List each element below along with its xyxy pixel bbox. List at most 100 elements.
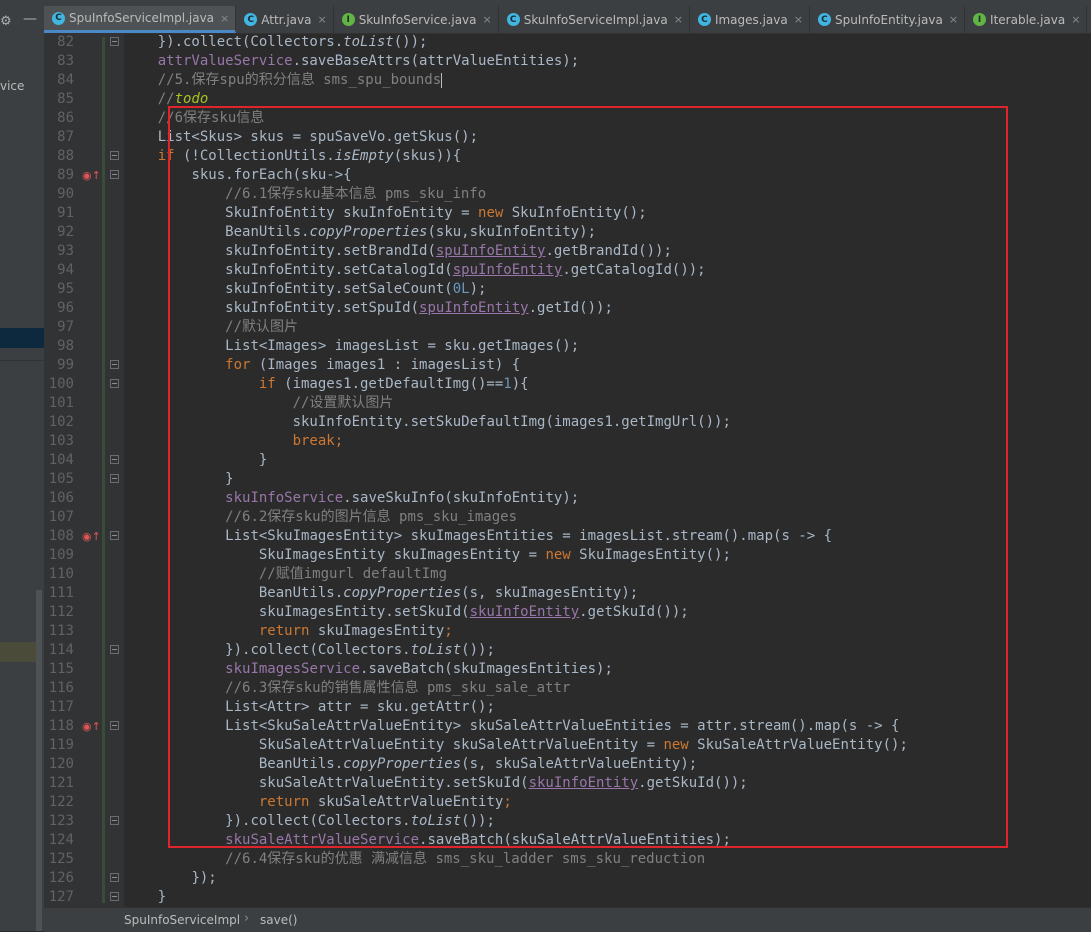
code-line[interactable]: 111 BeanUtils.copyProperties(s, skuImage… <box>44 584 1091 603</box>
code-line[interactable]: 101 //设置默认图片 <box>44 394 1091 413</box>
code-line[interactable]: 85 //todo <box>44 90 1091 109</box>
code-line[interactable]: 117 List<Attr> attr = sku.getAttr(); <box>44 698 1091 717</box>
code-token: .getCatalogId()); <box>562 262 706 278</box>
selected-tree-row[interactable] <box>0 328 44 348</box>
code-token: skuImagesEntity <box>309 623 445 639</box>
code-line[interactable]: 88 if (!CollectionUtils.isEmpty(skus)){ <box>44 147 1091 166</box>
fold-toggle-icon[interactable] <box>110 379 119 388</box>
fold-toggle-icon[interactable] <box>110 645 119 654</box>
code-line[interactable]: 116 //6.3保存sku的销售属性信息 pms_sku_sale_attr <box>44 679 1091 698</box>
code-line[interactable]: 115 skuImagesService.saveBatch(skuImages… <box>44 660 1091 679</box>
fold-toggle-icon[interactable] <box>110 360 119 369</box>
panel-scrollbar[interactable] <box>36 590 42 931</box>
code-line[interactable]: 97 //默认图片 <box>44 318 1091 337</box>
code-token: todo <box>174 91 209 107</box>
code-token: if <box>157 148 175 164</box>
override-marker-icon[interactable]: ◉↑ <box>82 720 101 734</box>
tab-iterable[interactable]: I Iterable.java × <box>965 6 1088 33</box>
fold-toggle-icon[interactable] <box>110 455 119 464</box>
line-number: 94 <box>57 262 74 278</box>
breadcrumb-class[interactable]: SpuInfoServiceImpl <box>124 913 240 927</box>
project-tree-item[interactable]: vice <box>0 79 24 93</box>
code-line[interactable]: 95 skuInfoEntity.setSaleCount(0L); <box>44 280 1091 299</box>
line-number: 103 <box>48 433 74 449</box>
tab-spuinfoserviceimpl[interactable]: C SpuInfoServiceImpl.java × <box>44 6 237 33</box>
fold-toggle-icon[interactable] <box>110 37 119 46</box>
code-line[interactable]: 98 List<Images> imagesList = sku.getImag… <box>44 337 1091 356</box>
code-line[interactable]: 99 for (Images images1 : imagesList) { <box>44 356 1091 375</box>
tab-skuinfoservice[interactable]: I SkuInfoService.java × <box>334 6 499 33</box>
breadcrumb-method[interactable]: save() <box>260 913 297 927</box>
code-line[interactable]: 86 //6保存sku信息 <box>44 109 1091 128</box>
override-marker-icon[interactable]: ◉↑ <box>82 530 101 544</box>
code-line[interactable]: 126 }); <box>44 869 1091 888</box>
close-tab-icon[interactable]: × <box>949 13 958 26</box>
gear-icon[interactable]: ⚙ <box>0 14 12 29</box>
close-tab-icon[interactable]: × <box>220 12 229 25</box>
close-tab-icon[interactable]: × <box>794 13 803 26</box>
code-token: new <box>478 205 504 221</box>
close-tab-icon[interactable]: × <box>317 13 326 26</box>
code-line[interactable]: 109 SkuImagesEntity skuImagesEntity = ne… <box>44 546 1091 565</box>
code-line[interactable]: 112 skuImagesEntity.setSkuId(skuInfoEnti… <box>44 603 1091 622</box>
fold-toggle-icon[interactable] <box>110 892 119 901</box>
tab-images[interactable]: C Images.java × <box>690 6 810 33</box>
tab-spuinfoentity[interactable]: C SpuInfoEntity.java × <box>810 6 966 33</box>
code-line[interactable]: 125 //6.4保存sku的优惠 满减信息 sms_sku_ladder sm… <box>44 850 1091 869</box>
code-line[interactable]: 83 attrValueService.saveBaseAttrs(attrVa… <box>44 52 1091 71</box>
code-line[interactable]: 113 return skuImagesEntity; <box>44 622 1091 641</box>
code-token: BeanUtils. <box>258 756 344 772</box>
hide-panel-icon[interactable]: — <box>23 11 37 27</box>
code-line[interactable]: 89 ◉↑ skus.forEach(sku->{ <box>44 166 1091 185</box>
code-token: // <box>157 91 175 107</box>
code-line[interactable]: 122 return skuSaleAttrValueEntity; <box>44 793 1091 812</box>
fold-toggle-icon[interactable] <box>110 151 119 160</box>
fold-toggle-icon[interactable] <box>110 170 119 179</box>
code-line[interactable]: 123 }).collect(Collectors.toList()); <box>44 812 1091 831</box>
code-line[interactable]: 127 } <box>44 888 1091 907</box>
highlighted-tree-row[interactable] <box>0 642 36 662</box>
code-line[interactable]: 93 skuInfoEntity.setBrandId(spuInfoEntit… <box>44 242 1091 261</box>
line-code: //赋值imgurl defaultImg <box>124 565 447 584</box>
code-line[interactable]: 110 //赋值imgurl defaultImg <box>44 565 1091 584</box>
code-line[interactable]: 118 ◉↑ List<SkuSaleAttrValueEntity> skuSa… <box>44 717 1091 736</box>
override-marker-icon[interactable]: ◉↑ <box>82 169 101 183</box>
code-line[interactable]: 103 break; <box>44 432 1091 451</box>
tab-attr[interactable]: C Attr.java × <box>236 6 334 33</box>
fold-toggle-icon[interactable] <box>110 531 119 540</box>
code-line[interactable]: 114 }).collect(Collectors.toList()); <box>44 641 1091 660</box>
code-line[interactable]: 92 BeanUtils.copyProperties(sku,skuInfoE… <box>44 223 1091 242</box>
line-code: skuInfoEntity.setSkuDefaultImg(images1.g… <box>124 413 731 432</box>
fold-toggle-icon[interactable] <box>110 474 119 483</box>
close-tab-icon[interactable]: × <box>1071 13 1080 26</box>
code-line[interactable]: 104 } <box>44 451 1091 470</box>
line-number: 100 <box>48 376 74 392</box>
code-line[interactable]: 107 //6.2保存sku的图片信息 pms_sku_images <box>44 508 1091 527</box>
code-line[interactable]: 106 skuInfoService.saveSkuInfo(skuInfoEn… <box>44 489 1091 508</box>
code-line[interactable]: 105 } <box>44 470 1091 489</box>
fold-toggle-icon[interactable] <box>110 721 119 730</box>
close-tab-icon[interactable]: × <box>483 13 492 26</box>
project-tool-window: ⚙ — vice <box>0 0 44 931</box>
code-line[interactable]: 124 skuSaleAttrValueService.saveBatch(sk… <box>44 831 1091 850</box>
tab-skuinfoserviceimpl[interactable]: C SkuInfoServiceImpl.java × <box>499 6 690 33</box>
code-line[interactable]: 119 SkuSaleAttrValueEntity skuSaleAttrVa… <box>44 736 1091 755</box>
close-tab-icon[interactable]: × <box>674 13 683 26</box>
fold-toggle-icon[interactable] <box>110 873 119 882</box>
code-line[interactable]: 120 BeanUtils.copyProperties(s, skuSaleA… <box>44 755 1091 774</box>
code-line[interactable]: 96 skuInfoEntity.setSpuId(spuInfoEntity.… <box>44 299 1091 318</box>
code-line[interactable]: 84 //5.保存spu的积分信息 sms_spu_bounds <box>44 71 1091 90</box>
code-line[interactable]: 91 SkuInfoEntity skuInfoEntity = new Sku… <box>44 204 1091 223</box>
code-line[interactable]: 108 ◉↑ List<SkuImagesEntity> skuImagesEnt… <box>44 527 1091 546</box>
code-line[interactable]: 121 skuSaleAttrValueEntity.setSkuId(skuI… <box>44 774 1091 793</box>
code-line[interactable]: 94 skuInfoEntity.setCatalogId(spuInfoEnt… <box>44 261 1091 280</box>
code-line[interactable]: 87 List<Skus> skus = spuSaveVo.getSkus()… <box>44 128 1091 147</box>
code-line[interactable]: 102 skuInfoEntity.setSkuDefaultImg(image… <box>44 413 1091 432</box>
line-number: 125 <box>48 851 74 867</box>
line-number: 98 <box>57 338 74 354</box>
code-line[interactable]: 100 if (images1.getDefaultImg()==1){ <box>44 375 1091 394</box>
line-number: 104 <box>48 452 74 468</box>
code-line[interactable]: 82 }).collect(Collectors.toList()); <box>44 33 1091 52</box>
fold-toggle-icon[interactable] <box>110 816 119 825</box>
code-line[interactable]: 90 //6.1保存sku基本信息 pms_sku_info <box>44 185 1091 204</box>
